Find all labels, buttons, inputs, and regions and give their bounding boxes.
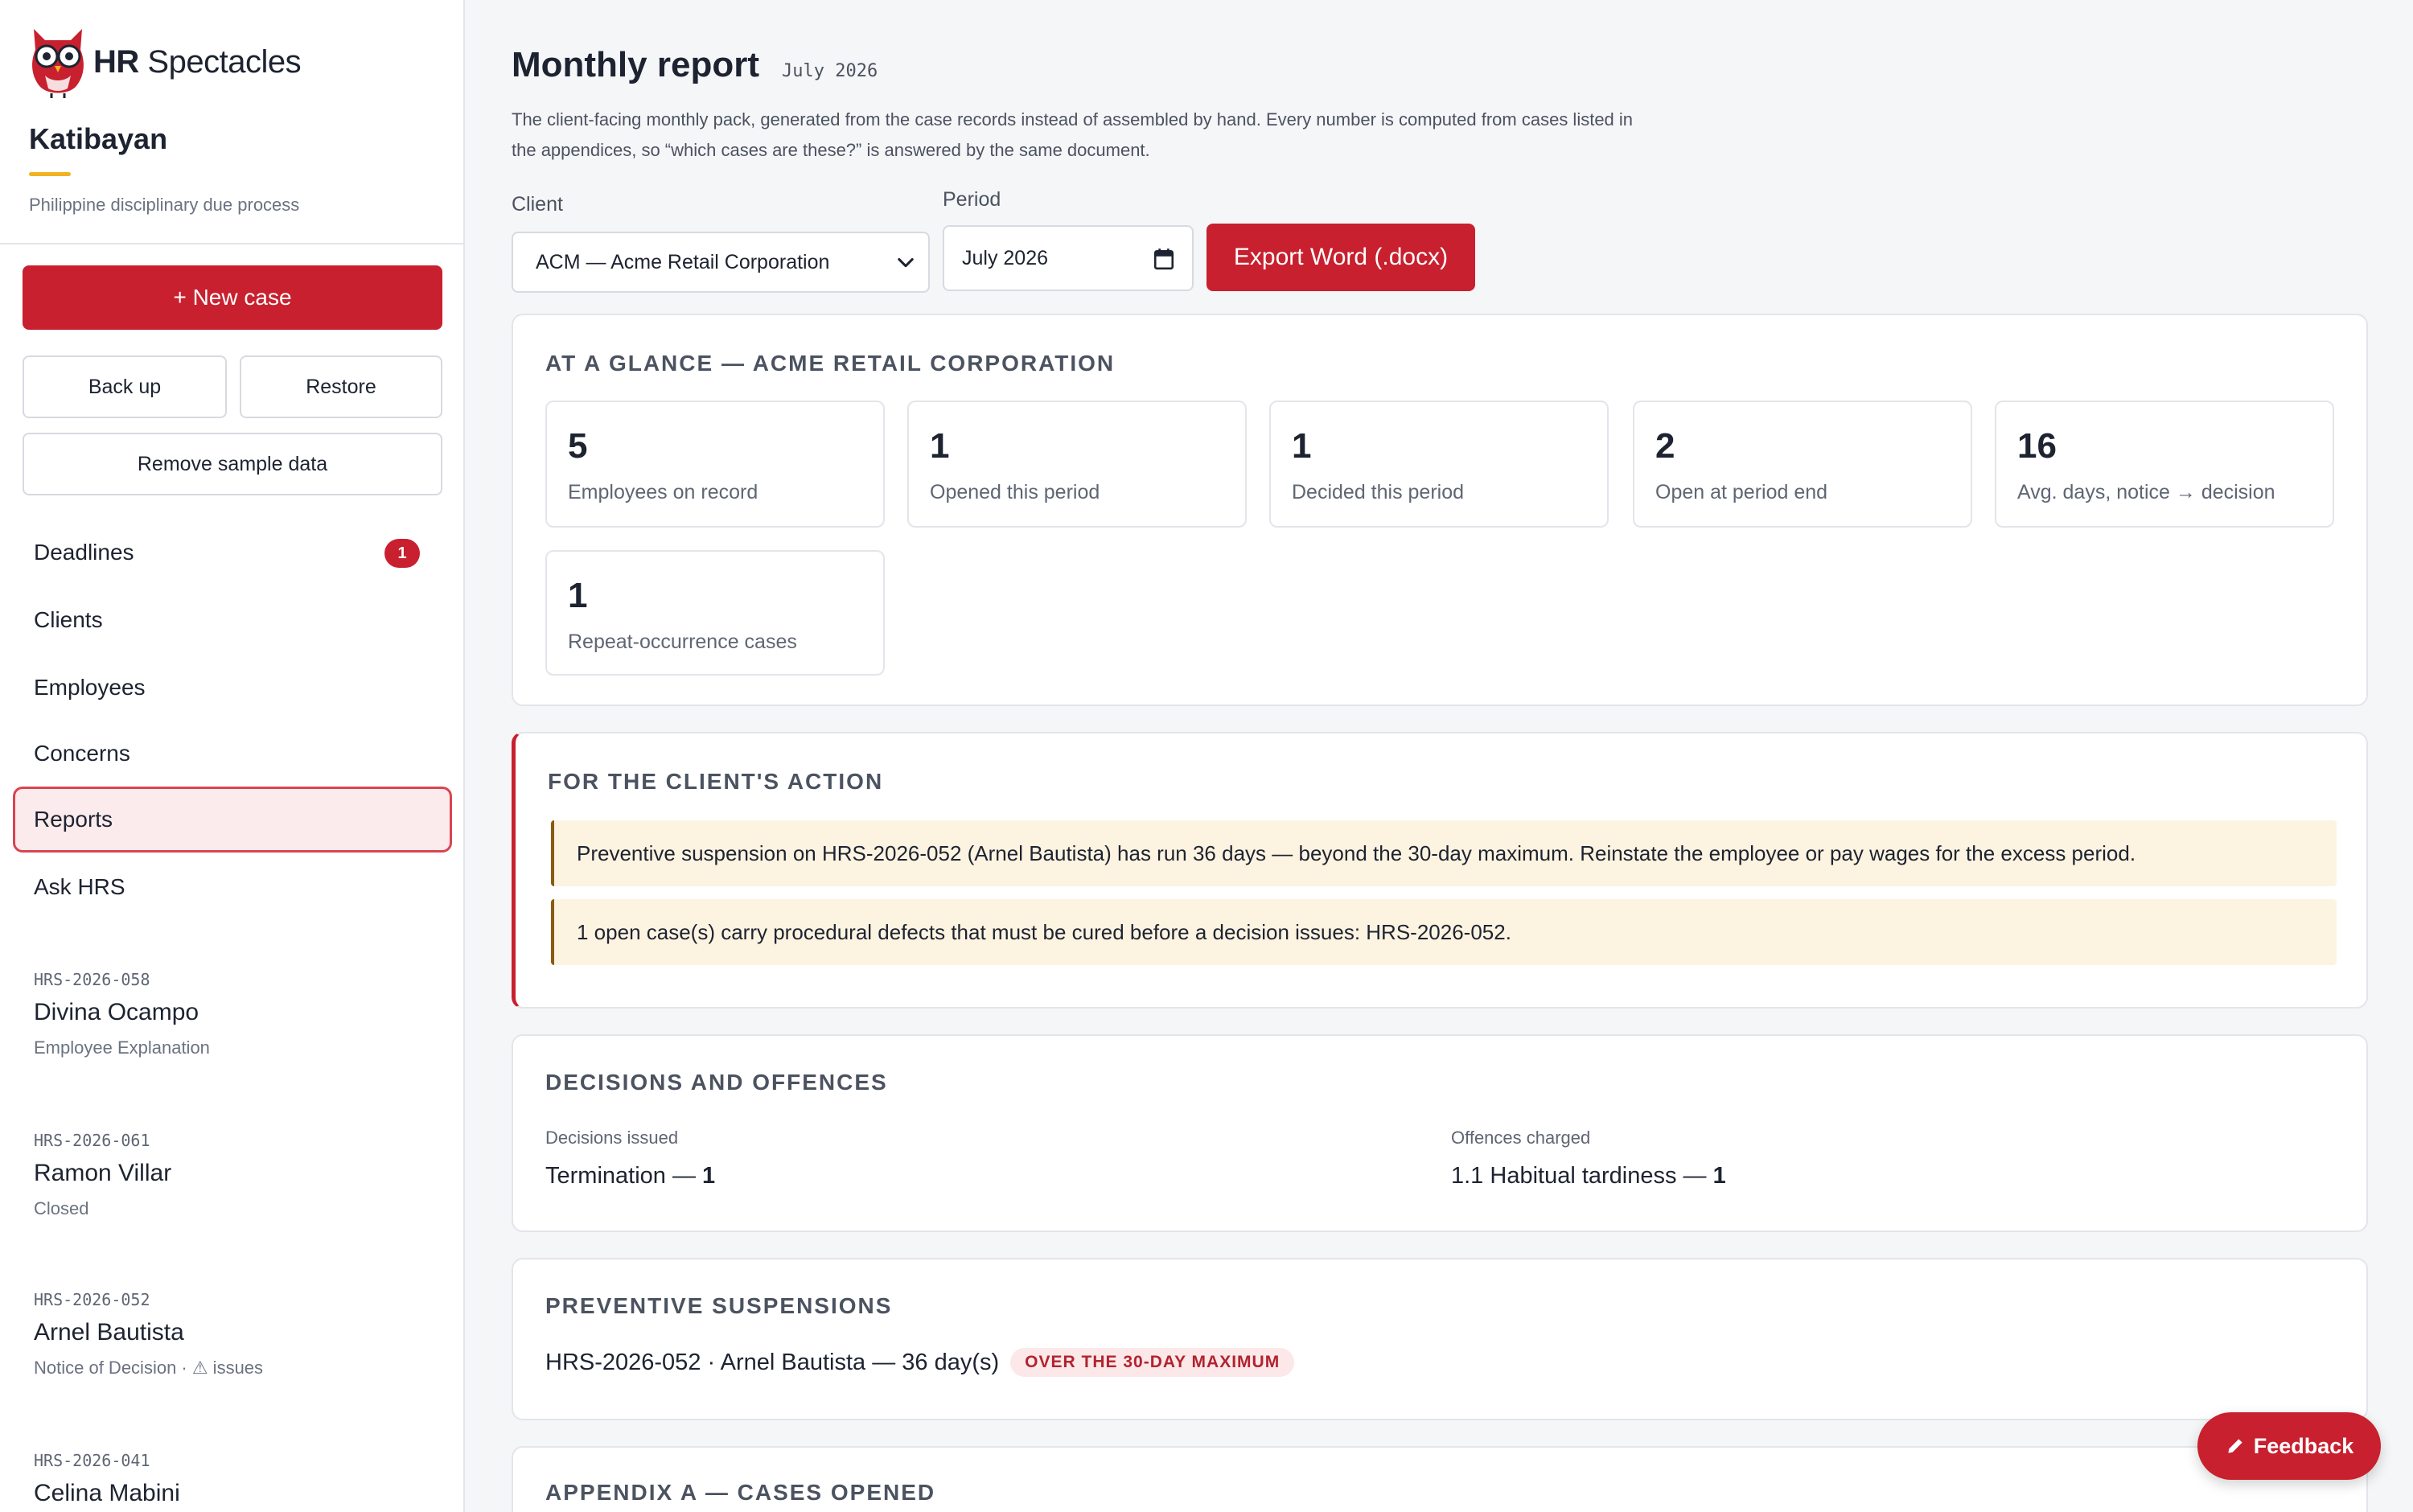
feedback-button[interactable]: Feedback [2197,1412,2381,1480]
new-case-button[interactable]: + New case [23,265,442,330]
case-status: Employee Explanation [34,1037,210,1058]
nav-item-concerns[interactable]: Concerns [13,721,452,787]
stat-label: Repeat-occurrence cases [568,631,797,653]
case-id: HRS-2026-052 [34,1290,150,1309]
stat-value: 2 [1655,426,1675,466]
case-id: HRS-2026-041 [34,1451,150,1470]
nav-item-deadlines[interactable]: Deadlines 1 [13,520,452,585]
feedback-label: Feedback [2253,1433,2354,1458]
case-list-item[interactable]: HRS-2026-041 Celina Mabini [34,1451,436,1507]
nav-item-reports[interactable]: Reports [13,787,452,853]
decisions-issued-label: Decisions issued [545,1128,679,1148]
sidebar-divider [0,243,463,244]
stat-employees-on-record: 5 Employees on record [545,401,885,528]
page-title: Monthly report [512,45,759,84]
brand-name: HR Spectacles [93,43,302,80]
org-title: Katibayan [29,122,168,155]
nav-item-label: Concerns [34,741,130,766]
nav-item-clients[interactable]: Clients [13,587,452,653]
decision-entry: Termination — 1 [545,1163,716,1189]
period-input-value: July 2026 [962,246,1049,269]
preventive-suspensions-title: Preventive suspensions [545,1293,893,1318]
calendar-icon[interactable] [1153,248,1174,270]
brand[interactable]: HR Spectacles [27,26,302,98]
preventive-suspensions-card: Preventive suspensions HRS-2026-052 · Ar… [512,1258,2368,1420]
stat-avg-days-notice-to-decision: 16 Avg. days, notice → decision [1995,401,2334,528]
sidebar: HR Spectacles Katibayan Philippine disci… [0,0,465,1512]
deadlines-count-badge: 1 [384,539,420,568]
org-subtitle: Philippine disciplinary due process [29,195,300,215]
stat-value: 16 [2017,426,2057,466]
client-select-value: ACM — Acme Retail Corporation [536,250,830,273]
case-status: Closed [34,1198,89,1218]
stat-repeat-occurrence-cases: 1 Repeat-occurrence cases [545,550,885,676]
at-a-glance-card: At a glance — Acme Retail Corporation 5 … [512,314,2368,706]
stat-label: Employees on record [568,481,758,503]
export-word-button[interactable]: Export Word (.docx) [1206,224,1475,291]
nav-item-ask-hrs[interactable]: Ask HRS [13,854,452,920]
stat-decided-this-period: 1 Decided this period [1269,401,1609,528]
page-description: The client-facing monthly pack, generate… [512,109,1634,160]
org-underline [29,172,71,176]
nav-item-label: Clients [34,607,103,632]
case-id: HRS-2026-061 [34,1131,150,1150]
stat-open-at-period-end: 2 Open at period end [1633,401,1972,528]
client-action-title: For the client's action [548,769,884,794]
case-employee-name: Divina Ocampo [34,999,199,1025]
period-label: Period [943,188,1001,211]
decisions-offences-card: Decisions and offences Decisions issued … [512,1034,2368,1232]
owl-logo-icon [32,29,84,98]
action-item: 1 open case(s) carry procedural defects … [551,899,2337,965]
decisions-offences-title: Decisions and offences [545,1070,888,1095]
case-list-item[interactable]: HRS-2026-061 Ramon Villar Closed [34,1131,436,1219]
nav-item-label: Deadlines [34,540,134,565]
main-content: Monthly report July 2026 The client-faci… [467,0,2413,1512]
period-input[interactable]: July 2026 [943,225,1194,291]
case-list-item[interactable]: HRS-2026-052 Arnel Bautista Notice of De… [34,1290,436,1378]
stat-value: 1 [568,576,588,615]
stat-value: 1 [1292,426,1312,466]
pencil-icon [2228,1439,2242,1453]
suspension-text: HRS-2026-052 · Arnel Bautista — 36 day(s… [545,1349,1000,1375]
stat-label: Decided this period [1292,481,1465,503]
stat-label: Open at period end [1655,481,1828,503]
backup-button[interactable]: Back up [23,355,227,418]
offences-charged-label: Offences charged [1451,1128,1591,1148]
client-label: Client [512,193,563,216]
nav-item-employees[interactable]: Employees [13,655,452,721]
case-employee-name: Celina Mabini [34,1480,180,1506]
stat-label: Avg. days, notice → decision [2017,481,2275,503]
page-period-subtitle: July 2026 [782,61,878,81]
restore-button[interactable]: Restore [240,355,442,418]
nav-item-label: Reports [34,807,113,832]
case-list-item[interactable]: HRS-2026-058 Divina Ocampo Employee Expl… [34,970,436,1058]
nav-item-label: Ask HRS [34,874,125,899]
stat-label: Opened this period [930,481,1100,503]
nav-item-label: Employees [34,675,146,700]
case-employee-name: Arnel Bautista [34,1319,184,1346]
case-id: HRS-2026-058 [34,970,150,989]
offence-entry: 1.1 Habitual tardiness — 1 [1451,1163,1726,1189]
client-action-card: For the client's action Preventive suspe… [512,732,2368,1009]
case-employee-name: Ramon Villar [34,1160,172,1186]
appendix-a-card: Appendix A — Cases opened [512,1446,2368,1512]
action-item: Preventive suspension on HRS-2026-052 (A… [551,820,2337,886]
case-status: Notice of Decision · ⚠ issues [34,1358,264,1378]
stat-opened-this-period: 1 Opened this period [907,401,1247,528]
stat-value: 1 [930,426,950,466]
client-select[interactable]: ACM — Acme Retail Corporation [512,232,930,293]
stat-value: 5 [568,426,588,466]
remove-sample-data-button[interactable]: Remove sample data [23,433,442,495]
appendix-a-title: Appendix A — Cases opened [545,1480,936,1505]
suspension-entry: HRS-2026-052 · Arnel Bautista — 36 day(s… [545,1348,1295,1377]
chevron-down-icon [898,257,914,268]
status-badge: OVER THE 30-DAY MAXIMUM [1010,1348,1295,1377]
at-a-glance-title: At a glance — Acme Retail Corporation [545,351,1116,376]
